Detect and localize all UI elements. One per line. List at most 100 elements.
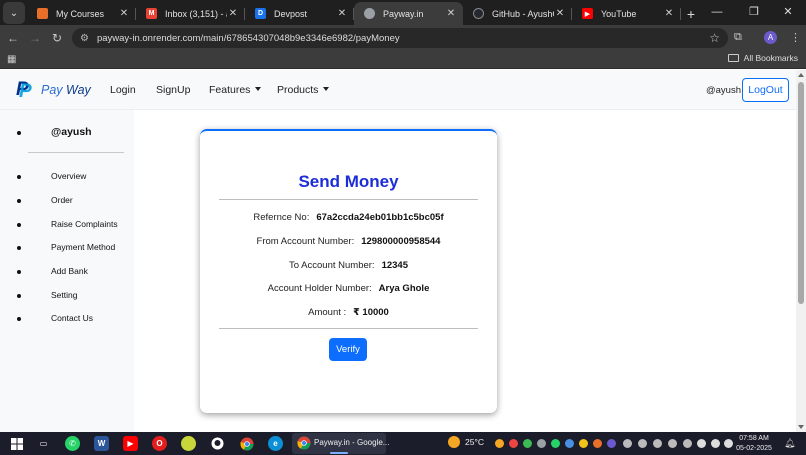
tab-search-chevron-icon[interactable]: ⌄ — [3, 2, 25, 24]
volume-icon[interactable] — [711, 439, 720, 448]
tray-app-icon[interactable] — [607, 439, 616, 448]
sidebar-item-order[interactable]: Order — [51, 195, 73, 205]
tray-app-icon[interactable] — [653, 439, 662, 448]
profile-avatar[interactable]: A — [764, 31, 777, 44]
edge-icon[interactable]: e — [268, 436, 283, 451]
chrome-icon — [297, 436, 311, 450]
site-info-icon[interactable]: ⚙ — [80, 33, 89, 44]
weather-widget[interactable]: 25°C — [448, 436, 484, 448]
sidebar-item-payment-method[interactable]: Payment Method — [51, 242, 115, 252]
tray-app-icon[interactable] — [668, 439, 677, 448]
youtube-app-icon[interactable]: ▶ — [123, 436, 138, 451]
forward-arrow-icon[interactable]: → — [24, 31, 46, 45]
close-icon[interactable]: ✕ — [554, 8, 566, 19]
bookmark-star-icon[interactable]: ☆ — [709, 31, 720, 45]
card-title: Send Money — [298, 172, 399, 191]
apps-grid-icon[interactable]: ▦ — [7, 54, 16, 65]
brand-name: Pay Way — [41, 83, 91, 97]
minimize-icon[interactable]: — — [699, 0, 735, 23]
window-close-icon[interactable]: ✕ — [770, 0, 806, 23]
close-icon[interactable]: ✕ — [663, 8, 675, 19]
scroll-down-icon[interactable] — [798, 425, 804, 429]
bullet-icon — [17, 246, 21, 250]
tray-app-icon[interactable] — [537, 439, 546, 448]
sidebar-item-setting[interactable]: Setting — [51, 290, 77, 300]
whatsapp-icon[interactable]: ✆ — [65, 436, 80, 451]
caret-down-icon — [323, 87, 330, 91]
browser-tab-github[interactable]: GitHub - AyushGhole ✕ — [463, 2, 572, 25]
sidebar: @ayush Overview Order Raise Complaints P… — [0, 110, 134, 432]
taskbar-active-chrome[interactable]: Payway.in - Google... — [292, 433, 389, 454]
chrome-icon[interactable] — [239, 436, 254, 451]
tray-app-icon[interactable] — [623, 439, 632, 448]
windows-start-icon[interactable] — [9, 436, 24, 451]
tab-title: My Courses — [56, 8, 105, 19]
reload-icon[interactable]: ↻ — [46, 31, 68, 45]
close-icon[interactable]: ✕ — [227, 8, 239, 19]
tray-app-icon[interactable] — [565, 439, 574, 448]
system-clock[interactable]: 07:58 AM 05-02-2025 — [734, 434, 774, 454]
nav-username: @ayush — [706, 85, 741, 96]
url-text[interactable]: payway-in.onrender.com/main/678654307048… — [97, 33, 709, 44]
sidebar-item-contact-us[interactable]: Contact Us — [51, 313, 93, 323]
close-icon[interactable]: ✕ — [336, 8, 348, 19]
tray-app-icon[interactable] — [551, 439, 560, 448]
restore-icon[interactable]: ❐ — [736, 0, 772, 23]
verify-button[interactable]: Verify — [329, 338, 367, 361]
browser-tab-inbox[interactable]: M Inbox (3,151) - ayush ✕ — [136, 2, 245, 25]
menu-kebab-icon[interactable]: ⋮ — [790, 25, 801, 50]
logout-button[interactable]: LogOut — [742, 78, 789, 102]
github-favicon-icon — [473, 8, 484, 19]
tab-title: Inbox (3,151) - ayush — [165, 8, 227, 19]
sidebar-username: @ayush — [51, 126, 92, 138]
all-bookmarks-label: All Bookmarks — [743, 53, 798, 63]
nav-signup-link[interactable]: SignUp — [156, 84, 190, 96]
tray-app-icon[interactable] — [523, 439, 532, 448]
tray-app-icon[interactable] — [579, 439, 588, 448]
temperature: 25°C — [465, 437, 484, 447]
app-icon[interactable] — [181, 436, 196, 451]
browser-tab-strip: ⌄ My Courses ✕ M Inbox (3,151) - ayush ✕… — [0, 0, 806, 25]
address-bar[interactable]: ⚙ payway-in.onrender.com/main/6786543070… — [72, 28, 728, 48]
tray-app-icon[interactable] — [683, 439, 692, 448]
battery-icon[interactable] — [724, 439, 733, 448]
browser-tab-payway[interactable]: Payway.in ✕ — [354, 2, 463, 25]
holder-value: Arya Ghole — [378, 283, 430, 294]
send-money-card: Send Money Refernce No: 67a2ccda24eb01bb1… — [200, 129, 497, 413]
brand-logo[interactable]: PP Pay Way — [16, 80, 91, 102]
tray-app-icon[interactable] — [495, 439, 504, 448]
devpost-favicon-icon: D — [255, 8, 266, 19]
task-view-icon[interactable]: ▭ — [36, 436, 51, 451]
amount-value: ₹ 10000 — [353, 307, 389, 318]
extensions-icon[interactable]: ⧉ — [734, 25, 742, 50]
back-arrow-icon[interactable]: ← — [2, 31, 24, 45]
tab-title: Devpost — [274, 8, 308, 19]
nav-products-dropdown[interactable]: Products — [277, 84, 330, 96]
notification-bell-icon[interactable]: 🔔︎ — [784, 438, 795, 449]
browser-tab-my-courses[interactable]: My Courses ✕ — [27, 2, 136, 25]
sidebar-item-overview[interactable]: Overview — [51, 171, 86, 181]
close-icon[interactable]: ✕ — [445, 8, 457, 19]
scroll-thumb[interactable] — [798, 82, 804, 304]
from-account-row: From Account Number: 129800000958544 — [200, 236, 497, 247]
reference-value: 67a2ccda24eb01bb1c5bc05f — [316, 212, 444, 223]
wifi-icon[interactable] — [697, 439, 706, 448]
browser-tab-devpost[interactable]: D Devpost ✕ — [245, 2, 354, 25]
browser-tab-youtube[interactable]: ▶ YouTube ✕ — [572, 2, 681, 25]
nav-login-link[interactable]: Login — [110, 84, 136, 96]
word-icon[interactable]: W — [94, 436, 109, 451]
page-scrollbar[interactable] — [796, 70, 806, 432]
bullet-icon — [17, 270, 21, 274]
scroll-up-icon[interactable] — [798, 73, 804, 77]
nav-features-dropdown[interactable]: Features — [209, 84, 262, 96]
sidebar-item-raise-complaints[interactable]: Raise Complaints — [51, 219, 118, 229]
tray-app-icon[interactable] — [638, 439, 647, 448]
tray-app-icon[interactable] — [509, 439, 518, 448]
github-desktop-icon[interactable] — [210, 436, 225, 451]
tray-app-icon[interactable] — [593, 439, 602, 448]
new-tab-button[interactable]: + — [681, 2, 701, 25]
close-icon[interactable]: ✕ — [118, 8, 130, 19]
sidebar-item-add-bank[interactable]: Add Bank — [51, 266, 88, 276]
all-bookmarks-button[interactable]: All Bookmarks — [727, 53, 798, 63]
opera-icon[interactable]: O — [152, 436, 167, 451]
